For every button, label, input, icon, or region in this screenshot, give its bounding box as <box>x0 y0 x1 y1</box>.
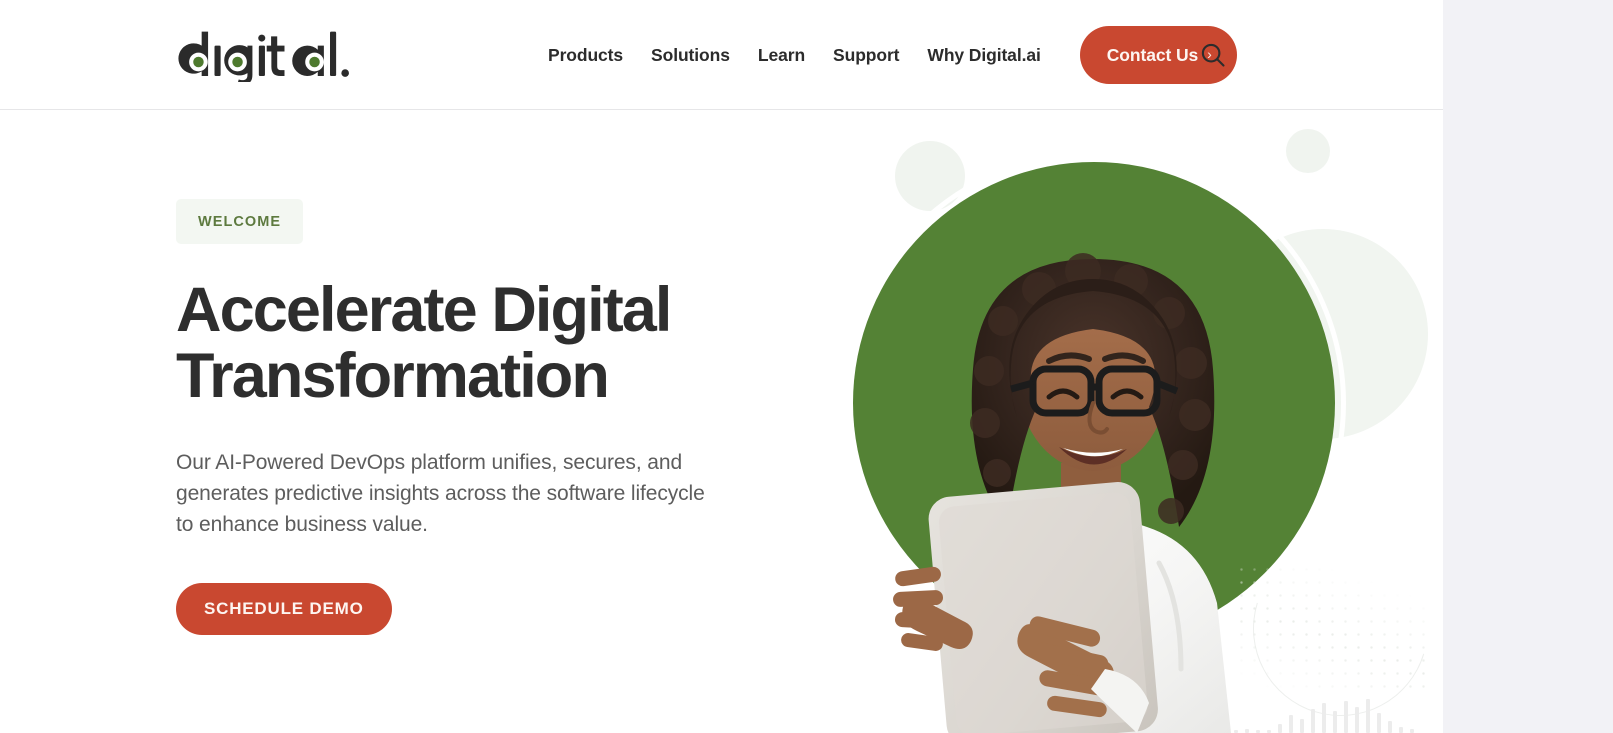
hero-section: WELCOME Accelerate Digital Transformatio… <box>0 111 1443 733</box>
nav-item-support[interactable]: Support <box>819 45 913 66</box>
digital-ai-logo[interactable]: digital.ai <box>176 28 351 86</box>
decorative-circle-2 <box>1286 129 1330 173</box>
nav-item-why-digital-ai[interactable]: Why Digital.ai <box>913 45 1054 66</box>
schedule-demo-button[interactable]: SCHEDULE DEMO <box>176 582 392 635</box>
hero-title-line-2: Transformation <box>176 341 610 412</box>
hero-title-line-1: Accelerate Digital <box>176 275 672 345</box>
search-button[interactable] <box>1198 40 1228 70</box>
welcome-badge: WELCOME <box>176 199 304 244</box>
nav-item-learn[interactable]: Learn <box>744 45 819 66</box>
search-icon <box>1201 43 1225 67</box>
hero-copy: WELCOME Accelerate Digital Transformatio… <box>176 199 796 635</box>
hero-person-image <box>893 253 1231 733</box>
primary-nav: Products Solutions Learn Support Why Dig… <box>548 0 1237 110</box>
site-header: digital.ai Products Solutions Learn Supp… <box>0 0 1443 110</box>
hero-subtitle: Our AI-Powered DevOps platform unifies, … <box>176 451 705 537</box>
viewport-gutter <box>1443 0 1613 733</box>
hero-artwork <box>823 111 1443 733</box>
nav-item-solutions[interactable]: Solutions <box>637 45 744 66</box>
page-title: Accelerate Digital Transformation <box>176 277 696 409</box>
page-root: digital.ai Products Solutions Learn Supp… <box>0 0 1443 733</box>
digital-ai-logo-mark <box>178 31 349 86</box>
nav-item-products[interactable]: Products <box>548 45 637 66</box>
contact-us-label: Contact Us <box>1106 44 1199 65</box>
